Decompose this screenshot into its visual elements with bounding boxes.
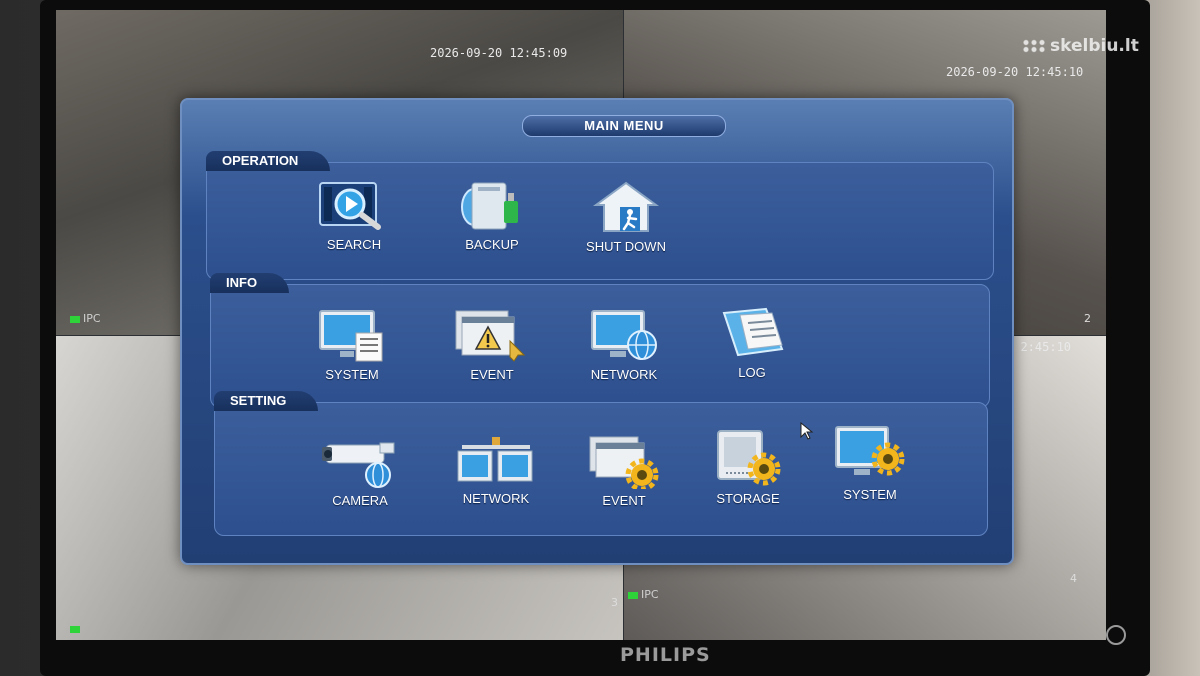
menu-item-setting-event[interactable]: EVENT xyxy=(569,433,679,508)
menu-item-label: STORAGE xyxy=(716,491,780,506)
warning-windows-icon xyxy=(455,310,526,362)
house-exit-icon xyxy=(592,181,660,232)
window-gear-icon xyxy=(589,436,659,489)
menu-item-camera[interactable]: CAMERA xyxy=(305,437,415,508)
menu-item-label: EVENT xyxy=(602,493,646,508)
monitor-gear-icon xyxy=(835,426,905,476)
camera-globe-icon xyxy=(322,442,395,488)
section-setting: SETTING CAMERA NETWORK EVENT STORAGE SYS… xyxy=(214,391,988,536)
camera-label: IPC xyxy=(628,588,659,601)
main-menu-dialog: MAIN MENU OPERATION SEARCH BACKUP SHUT D… xyxy=(180,98,1014,565)
camera-label xyxy=(70,622,83,635)
menu-item-label: SHUT DOWN xyxy=(586,239,666,254)
network-switch-icon xyxy=(457,437,533,482)
watermark: skelbiu.lt xyxy=(1022,36,1139,56)
mouse-cursor-icon xyxy=(800,422,814,440)
menu-item-info-event[interactable]: EVENT xyxy=(437,307,547,382)
menu-item-label: EVENT xyxy=(470,367,514,382)
menu-item-setting-network[interactable]: NETWORK xyxy=(441,435,551,506)
section-title: OPERATION xyxy=(206,151,331,171)
menu-item-info-network[interactable]: NETWORK xyxy=(569,307,679,382)
record-indicator-icon xyxy=(70,315,80,323)
monitor-globe-icon xyxy=(591,310,657,360)
section-title: SETTING xyxy=(214,391,319,411)
menu-item-shut-down[interactable]: SHUT DOWN xyxy=(571,179,681,254)
menu-item-label: NETWORK xyxy=(462,491,530,506)
menu-item-search[interactable]: SEARCH xyxy=(299,177,409,252)
tile-timestamp: 0 2:45:10 xyxy=(1006,340,1072,354)
video-search-icon xyxy=(319,182,381,230)
menu-item-backup[interactable]: BACKUP xyxy=(437,177,547,252)
monitor-brand: PHILIPS xyxy=(620,644,711,666)
menu-item-storage[interactable]: STORAGE xyxy=(693,427,803,506)
power-button[interactable] xyxy=(1106,625,1126,645)
menu-item-label: SEARCH xyxy=(326,237,382,252)
record-indicator-icon xyxy=(70,625,80,633)
menu-item-info-system[interactable]: SYSTEM xyxy=(297,307,407,382)
watermark-logo-icon xyxy=(1022,39,1046,53)
menu-item-label: SYSTEM xyxy=(325,367,379,382)
usb-backup-icon xyxy=(461,182,518,230)
monitor-document-icon xyxy=(319,310,383,362)
tile-timestamp: 2026-09-20 12:45:10 xyxy=(946,65,1084,79)
menu-item-label: SYSTEM xyxy=(843,487,897,502)
disk-gear-icon xyxy=(717,430,781,486)
tile-timestamp: 2026-09-20 12:45:09 xyxy=(430,46,568,60)
menu-item-setting-system[interactable]: SYSTEM xyxy=(815,423,925,502)
section-operation: OPERATION SEARCH BACKUP SHUT DOWN xyxy=(206,151,994,280)
camera-label: IPC xyxy=(70,312,101,325)
dialog-title: MAIN MENU xyxy=(522,115,726,137)
menu-item-label: LOG xyxy=(738,365,766,380)
section-info: INFO SYSTEM EVENT NETWORK LOG xyxy=(210,273,990,408)
tile-channel-number: 2 xyxy=(1084,312,1091,325)
tile-channel-number: 3 xyxy=(611,596,618,609)
menu-item-label: BACKUP xyxy=(465,237,519,252)
menu-item-label: CAMERA xyxy=(332,493,388,508)
log-document-icon xyxy=(722,307,784,357)
section-title: INFO xyxy=(210,273,290,293)
tile-channel-number: 4 xyxy=(1070,572,1077,585)
menu-item-log[interactable]: LOG xyxy=(697,305,807,380)
menu-item-label: NETWORK xyxy=(590,367,658,382)
record-indicator-icon xyxy=(628,591,638,599)
